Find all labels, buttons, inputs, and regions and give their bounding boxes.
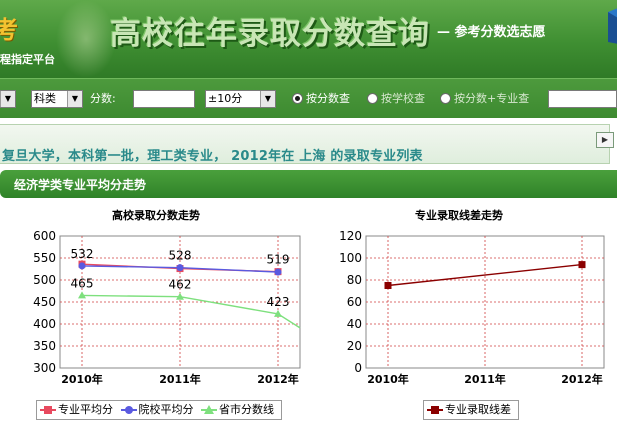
radio-by-school-label: 按学校查: [381, 92, 425, 105]
banner-glow: [56, 0, 116, 78]
data-label: 532: [71, 247, 94, 261]
radio-by-score-major-label: 按分数+专业查: [454, 92, 530, 105]
legend-item-province-line: 省市分数线: [201, 401, 274, 419]
score-label: 分数:: [90, 92, 116, 105]
legend-item-school-avg: 院校平均分: [120, 401, 194, 419]
data-point: [176, 264, 184, 272]
chevron-down-icon: ▼: [260, 91, 275, 107]
chart1-legend: 专业平均分 院校平均分 省市分数线: [36, 400, 282, 420]
y-tick-label: 400: [33, 317, 56, 331]
chart1-title: 高校录取分数走势: [112, 209, 200, 222]
y-tick-label: 0: [354, 361, 362, 375]
legend-label: 院校平均分: [138, 403, 194, 416]
chart-school-trend: 300 350 400 450 500 550 600 2010年 2011年 2012年 519 5…: [33, 229, 301, 386]
data-label: 519: [267, 253, 290, 267]
y-tick-label: 40: [347, 317, 362, 331]
y-tick-label: 20: [347, 339, 362, 353]
page-title: 高校往年录取分数查询: [110, 16, 430, 52]
circle-marker-icon: [120, 405, 137, 415]
chart-diff-trend: 0 20 40 60 80 100 120 2010年 2011年 2012年: [339, 229, 605, 386]
book-icon: [608, 8, 617, 44]
category-select-value: 科类: [34, 92, 56, 105]
range-select[interactable]: ±10分 ▼: [205, 90, 276, 108]
square-marker-icon: [427, 405, 443, 415]
x-tick-label: 2012年: [257, 372, 299, 386]
data-label: 465: [71, 276, 94, 290]
site-logo[interactable]: 考: [0, 0, 62, 48]
legend-item-diff: 专业录取线差: [427, 401, 511, 419]
y-tick-label: 80: [347, 273, 362, 287]
x-tick-label: 2011年: [159, 372, 201, 386]
radio-by-score-major[interactable]: 按分数+专业查: [440, 90, 529, 108]
page-subtitle: — 参考分数选志愿: [437, 25, 546, 40]
breadcrumb-bar: 复旦大学，本科第一批，理工类专业， 2012年在 上海 的录取专业列表: [0, 124, 610, 164]
y-tick-label: 600: [33, 229, 56, 243]
y-tick-label: 350: [33, 339, 56, 353]
header-banner: 考 程指定平台 高校往年录取分数查询 — 参考分数选志愿: [0, 0, 617, 78]
radio-by-school[interactable]: 按学校查: [367, 90, 425, 108]
range-select-value: ±10分: [208, 92, 243, 105]
y-tick-label: 450: [33, 295, 56, 309]
x-tick-label: 2010年: [367, 372, 409, 386]
breadcrumb: 复旦大学，本科第一批，理工类专业， 2012年在 上海 的录取专业列表: [2, 149, 423, 164]
category-select[interactable]: 科类 ▼: [31, 90, 83, 108]
score-input[interactable]: [133, 90, 195, 108]
data-point: [274, 268, 282, 276]
square-marker-icon: [40, 405, 56, 415]
data-label: 423: [267, 295, 290, 309]
y-tick-label: 300: [33, 361, 56, 375]
platform-text: 程指定平台: [0, 53, 55, 66]
chevron-down-icon: ▼: [67, 91, 82, 107]
logo-char: 考: [0, 15, 18, 44]
section-title: 经济学类专业平均分走势: [14, 178, 147, 192]
y-tick-label: 500: [33, 273, 56, 287]
triangle-marker-icon: [201, 405, 217, 415]
radio-unselected-icon: [367, 92, 378, 104]
chart2-title: 专业录取线差走势: [415, 209, 503, 222]
legend-label: 省市分数线: [219, 403, 274, 416]
data-label: 528: [169, 249, 192, 263]
data-point: [78, 262, 86, 270]
chart2-legend: 专业录取线差: [423, 400, 519, 420]
chevron-down-icon: ▼: [0, 91, 15, 107]
y-tick-label: 550: [33, 251, 56, 265]
search-toolbar: ▼ 科类 ▼ 分数: ±10分 ▼ 按分数查 按学校查 按分数+专业查: [0, 78, 617, 118]
keyword-input[interactable]: [548, 90, 617, 108]
section-header: 经济学类专业平均分走势: [0, 170, 617, 198]
x-tick-label: 2011年: [464, 372, 506, 386]
legend-item-major-avg: 专业平均分: [40, 401, 113, 419]
radio-unselected-icon: [440, 92, 451, 104]
y-tick-label: 100: [339, 251, 362, 265]
data-point: [578, 261, 586, 269]
data-label: 462: [169, 278, 192, 292]
legend-label: 专业平均分: [58, 403, 113, 416]
y-tick-label: 120: [339, 229, 362, 243]
radio-by-score-label: 按分数查: [306, 92, 350, 105]
data-point: [384, 282, 392, 289]
expand-button[interactable]: ▶: [596, 132, 614, 148]
legend-label: 专业录取线差: [445, 403, 511, 416]
province-select[interactable]: ▼: [0, 90, 16, 108]
radio-selected-icon: [292, 92, 303, 104]
x-tick-label: 2010年: [61, 372, 103, 386]
x-tick-label: 2012年: [561, 372, 603, 386]
radio-by-score[interactable]: 按分数查: [292, 90, 350, 108]
y-tick-label: 60: [347, 295, 362, 309]
